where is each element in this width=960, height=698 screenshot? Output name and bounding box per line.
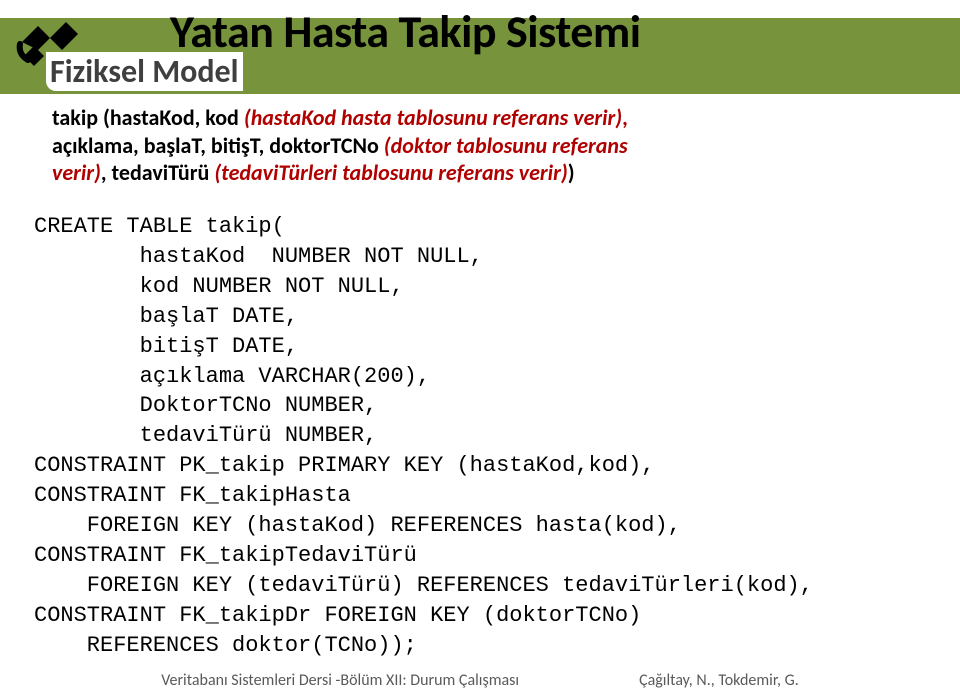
slide: Yatan Hasta Takip Sistemi Fiziksel Model…	[0, 0, 960, 698]
footer-left: Veritabanı Sistemleri Dersi -Bölüm XII: …	[161, 671, 519, 690]
code-line: FOREIGN KEY (hastaKod) REFERENCES hasta(…	[34, 513, 681, 538]
slide-subtitle: Fiziksel Model	[46, 52, 243, 91]
notation-ref2a: (doktor tablosunu referans	[384, 132, 628, 159]
sql-code: CREATE TABLE takip( hastaKod NUMBER NOT …	[34, 212, 813, 661]
notation-ref3: (tedaviTürleri tablosunu referans verir)	[214, 159, 567, 186]
code-line: tedaviTürü NUMBER,	[34, 423, 377, 448]
code-line: başlaT DATE,	[34, 304, 298, 329]
code-line: bitişT DATE,	[34, 334, 298, 359]
code-line: CREATE TABLE takip(	[34, 214, 285, 239]
code-line: CONSTRAINT FK_takipDr FOREIGN KEY (dokto…	[34, 603, 641, 628]
notation-ref2b: verir)	[52, 159, 101, 186]
code-line: hastaKod NUMBER NOT NULL,	[34, 244, 483, 269]
notation-close: )	[568, 159, 575, 186]
footer: Veritabanı Sistemleri Dersi -Bölüm XII: …	[0, 671, 960, 690]
code-line: REFERENCES doktor(TCNo));	[34, 633, 417, 658]
relation-notation: takip (hastaKod, kod (hastaKod hasta tab…	[48, 100, 912, 187]
notation-ref1: (hastaKod hasta tablosunu referans verir…	[244, 104, 622, 131]
code-line: açıklama VARCHAR(200),	[34, 364, 430, 389]
code-line: CONSTRAINT PK_takip PRIMARY KEY (hastaKo…	[34, 453, 655, 478]
code-line: FOREIGN KEY (tedaviTürü) REFERENCES teda…	[34, 573, 813, 598]
footer-right: Çağıltay, N., Tokdemir, G.	[639, 671, 799, 690]
code-line: kod NUMBER NOT NULL,	[34, 274, 404, 299]
notation-comma1: ,	[622, 104, 628, 131]
code-line: DoktorTCNo NUMBER,	[34, 393, 377, 418]
code-line: CONSTRAINT FK_takipTedaviTürü	[34, 543, 417, 568]
code-line: CONSTRAINT FK_takipHasta	[34, 483, 351, 508]
notation-mid: , tedaviTürü	[101, 159, 214, 186]
notation-lead: takip (hastaKod, kod	[52, 104, 244, 131]
notation-text: takip (hastaKod, kod (hastaKod hasta tab…	[52, 104, 908, 187]
notation-line2: açıklama, başlaT, bitişT, doktorTCNo	[52, 132, 384, 159]
